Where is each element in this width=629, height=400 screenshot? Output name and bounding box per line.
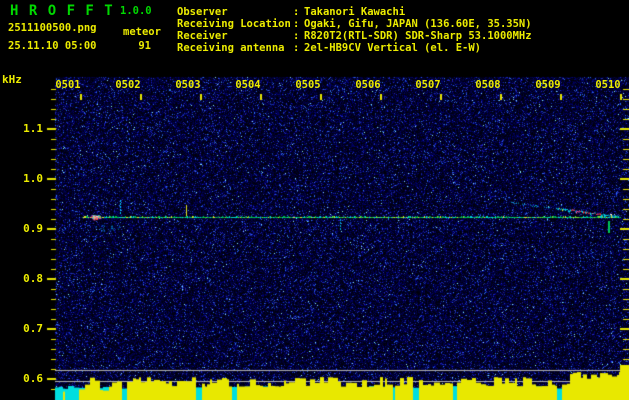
echo-count: 91 (138, 40, 151, 52)
time-tick-label: 0510 (595, 79, 621, 91)
time-tick-label: 0505 (295, 79, 321, 91)
info-value: R820T2(RTL-SDR) SDR-Sharp 53.1000MHz (304, 30, 532, 42)
info-colon: : (293, 18, 300, 30)
file-name: 2511100500.png (8, 22, 97, 34)
freq-tick-label: 0.9 (23, 222, 43, 235)
info-value: Ogaki, Gifu, JAPAN (136.60E, 35.35N) (304, 18, 532, 30)
freq-tick-label: 1.1 (23, 122, 43, 135)
freq-tick-label: 0.8 (23, 272, 43, 285)
freq-tick-label: 1.0 (23, 172, 43, 185)
time-tick-label: 0504 (235, 79, 261, 91)
time-tick-label: 0502 (115, 79, 141, 91)
time-tick-label: 0503 (175, 79, 201, 91)
time-tick-label: 0506 (355, 79, 381, 91)
info-colon: : (293, 6, 300, 18)
info-label: Receiver (177, 30, 228, 42)
info-value: Takanori Kawachi (304, 6, 406, 18)
info-colon: : (293, 30, 300, 42)
info-colon: : (293, 42, 300, 54)
time-tick-label: 0507 (415, 79, 441, 91)
app-version: 1.0.0 (120, 5, 152, 17)
time-tick-label: 0501 (55, 79, 81, 91)
time-tick-label: 0508 (475, 79, 501, 91)
freq-tick-label: 0.7 (23, 322, 43, 335)
freq-axis-unit: kHz (2, 73, 22, 86)
info-label: Receiving antenna (177, 42, 285, 54)
mode-label: meteor (123, 26, 161, 38)
info-value: 2el-HB9CV Vertical (el. E-W) (304, 42, 482, 54)
info-label: Receiving Location (177, 18, 291, 30)
time-tick-label: 0509 (535, 79, 561, 91)
hrofft-window: H R O F F T 1.0.0 2511100500.png meteor … (0, 0, 629, 400)
app-title: H R O F F T (10, 3, 114, 19)
datetime-label: 25.11.10 05:00 (8, 40, 97, 52)
spectrogram-canvas (0, 0, 629, 400)
freq-tick-label: 0.6 (23, 372, 43, 385)
info-label: Observer (177, 6, 228, 18)
